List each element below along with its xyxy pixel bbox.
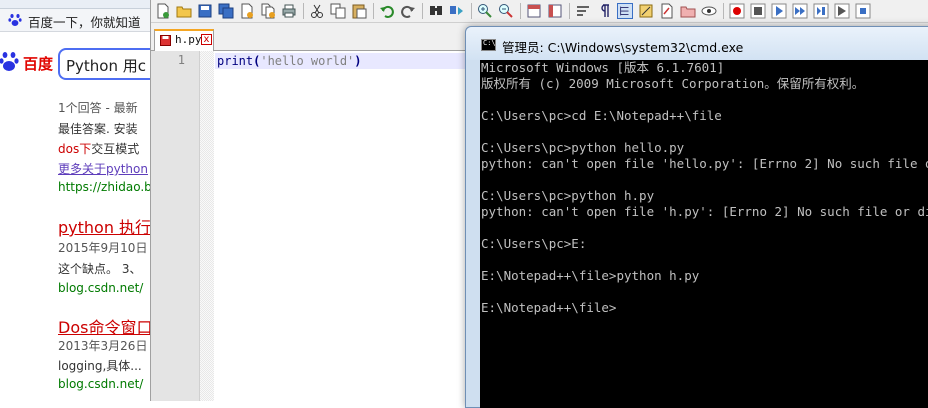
word-wrap-icon[interactable]	[575, 3, 591, 19]
console-line: C:\Users\pc>python h.py	[481, 188, 655, 203]
console-line: C:\Users\pc>cd E:\Notepad++\file	[481, 108, 722, 123]
cmd-window: C:\ 管理员: C:\Windows\system32\cmd.exe Mic…	[465, 26, 928, 408]
cmd-title-bar[interactable]: C:\ 管理员: C:\Windows\system32\cmd.exe	[466, 27, 928, 60]
toolbar-separator	[520, 3, 521, 19]
npp-toolbar	[151, 0, 928, 23]
console-prompt: E:\Notepad++\file>	[481, 300, 617, 315]
save-macro-icon[interactable]	[813, 3, 829, 19]
console-line: Microsoft Windows [版本 6.1.7601]	[481, 60, 725, 75]
doc-map-icon[interactable]	[659, 3, 675, 19]
browser-tab-strip	[0, 0, 150, 9]
browser-window: 百度一下，你就知道 百度 1个回答 - 最新 最佳答案. 安装 dos下交互模式…	[0, 0, 150, 401]
code-string: 'hello world'	[260, 54, 355, 68]
play-macro-multiple-icon[interactable]	[792, 3, 808, 19]
code-line[interactable]: print('hello world')	[217, 54, 362, 68]
result-2-date: 2015年9月10日	[58, 241, 148, 255]
line-number-gutter: 1	[151, 51, 200, 401]
more-tools-icon[interactable]	[855, 3, 871, 19]
result-1-highlight: dos下	[58, 142, 92, 156]
console-line: 版权所有 (c) 2009 Microsoft Corporation。保留所有…	[481, 76, 865, 91]
close-file-icon[interactable]	[239, 3, 255, 19]
browser-tab[interactable]: 百度一下，你就知道	[0, 9, 150, 32]
run-icon[interactable]	[834, 3, 850, 19]
copy-icon[interactable]	[330, 3, 346, 19]
console-line: python: can't open file 'hello.py': [Err…	[481, 156, 928, 171]
sync-vertical-icon[interactable]	[526, 3, 542, 19]
toolbar-separator	[723, 3, 724, 19]
result-2-snippet: 这个缺点。 3、	[58, 262, 142, 276]
folder-as-workspace-icon[interactable]	[680, 3, 696, 19]
console-output[interactable]: Microsoft Windows [版本 6.1.7601] 版权所有 (c)…	[480, 60, 928, 408]
open-file-icon[interactable]	[176, 3, 192, 19]
replace-icon[interactable]	[449, 3, 465, 19]
show-all-chars-icon[interactable]	[596, 3, 612, 19]
console-line: C:\Users\pc>E:	[481, 236, 587, 251]
code-paren-close: )	[354, 54, 362, 68]
result-3-snippet: logging,具体...	[58, 359, 142, 373]
toolbar-separator	[422, 3, 423, 19]
indent-guide-icon[interactable]	[617, 3, 633, 19]
result-1-url[interactable]: https://zhidao.b	[58, 180, 150, 194]
svg-text:百度: 百度	[23, 55, 54, 73]
find-icon[interactable]	[428, 3, 444, 19]
browser-tab-title: 百度一下，你就知道	[28, 15, 141, 30]
stop-macro-icon[interactable]	[750, 3, 766, 19]
new-file-icon[interactable]	[155, 3, 171, 19]
paste-icon[interactable]	[351, 3, 367, 19]
search-input[interactable]	[66, 54, 150, 76]
result-1-snippet-2: dos下交互模式	[58, 142, 140, 156]
baidu-paw-icon	[8, 14, 22, 26]
code-function: print	[217, 54, 254, 68]
toolbar-separator	[373, 3, 374, 19]
saved-disk-icon	[160, 35, 171, 46]
redo-icon[interactable]	[400, 3, 416, 19]
file-tab-label: h.py	[175, 33, 202, 46]
cut-icon[interactable]	[309, 3, 325, 19]
play-macro-icon[interactable]	[771, 3, 787, 19]
print-icon[interactable]	[281, 3, 297, 19]
toolbar-separator	[569, 3, 570, 19]
line-number: 1	[177, 53, 185, 67]
zoom-out-icon[interactable]	[498, 3, 514, 19]
save-all-icon[interactable]	[218, 3, 234, 19]
zoom-in-icon[interactable]	[477, 3, 493, 19]
cmd-app-icon: C:\	[481, 39, 496, 51]
file-tab-h-py[interactable]: h.py x	[154, 29, 214, 51]
result-3-title[interactable]: Dos命令窗口	[58, 314, 150, 338]
close-tab-icon[interactable]: x	[201, 34, 212, 45]
search-box[interactable]	[58, 48, 150, 80]
cmd-window-title: 管理员: C:\Windows\system32\cmd.exe	[502, 40, 744, 55]
fold-margin	[200, 51, 214, 401]
result-3-url[interactable]: blog.csdn.net/	[58, 377, 143, 391]
result-1-meta: 1个回答 - 最新	[58, 101, 138, 115]
sync-horizontal-icon[interactable]	[547, 3, 563, 19]
close-all-icon[interactable]	[260, 3, 276, 19]
toolbar-separator	[303, 3, 304, 19]
record-macro-icon[interactable]	[729, 3, 745, 19]
result-2-title[interactable]: python 执行	[58, 214, 150, 238]
baidu-logo-icon: 百度	[0, 52, 54, 73]
monitoring-icon[interactable]	[701, 3, 717, 19]
result-1-more-link[interactable]: 更多关于python	[58, 160, 148, 177]
toolbar-separator	[471, 3, 472, 19]
result-1-snippet: 最佳答案. 安装	[58, 122, 138, 136]
undo-icon[interactable]	[379, 3, 395, 19]
result-3-date: 2013年3月26日	[58, 339, 148, 353]
save-icon[interactable]	[197, 3, 213, 19]
console-line: E:\Notepad++\file>python h.py	[481, 268, 700, 283]
console-line: python: can't open file 'h.py': [Errno 2…	[481, 204, 928, 219]
result-2-url[interactable]: blog.csdn.net/	[58, 281, 143, 295]
console-line: C:\Users\pc>python hello.py	[481, 140, 685, 155]
udl-icon[interactable]	[638, 3, 654, 19]
